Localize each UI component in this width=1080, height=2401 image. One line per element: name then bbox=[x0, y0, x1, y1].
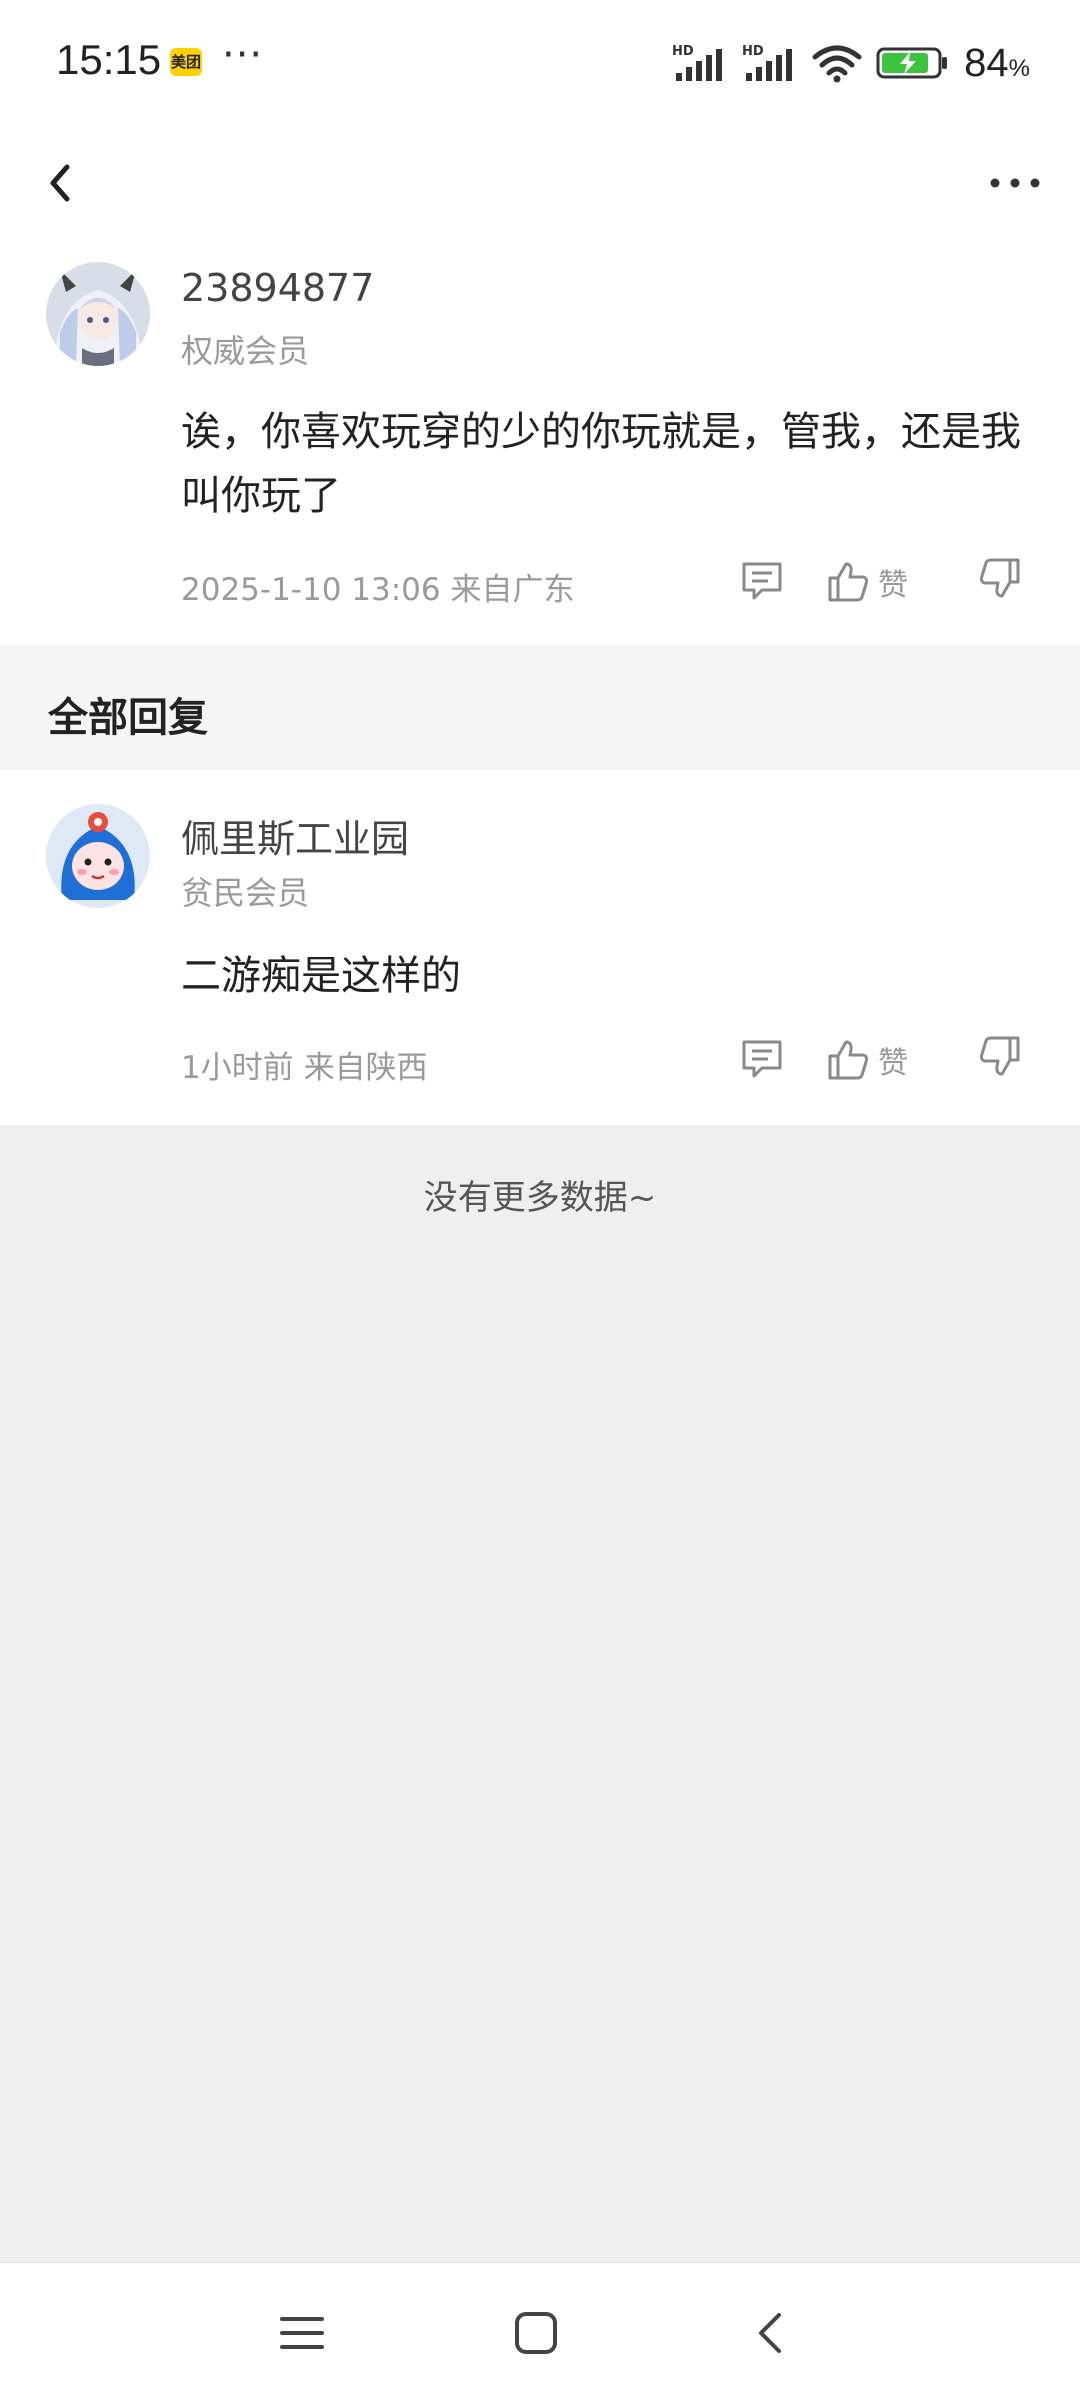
username[interactable]: 佩里斯工业园 bbox=[181, 808, 409, 863]
comment-actions: 赞 bbox=[740, 552, 1040, 612]
username[interactable]: 23894877 bbox=[181, 266, 374, 310]
reply-text: 二游痴是这样的 bbox=[181, 953, 461, 999]
system-back-button[interactable] bbox=[730, 2293, 810, 2373]
avatar[interactable] bbox=[46, 804, 150, 908]
comment-icon bbox=[742, 1040, 782, 1078]
battery-percent-value: 84 bbox=[964, 40, 1009, 85]
no-more-data-text: 没有更多数据~ bbox=[423, 1178, 657, 1218]
more-notifications-icon: ··· bbox=[222, 32, 264, 78]
reply-actions: 赞 bbox=[740, 1030, 1040, 1090]
comment-text: 诶，你喜欢玩穿的少的你玩就是，管我，还是我叫你玩了 bbox=[181, 409, 1021, 519]
dislike-button[interactable] bbox=[978, 556, 1030, 608]
meituan-notification-icon: 美团 bbox=[170, 48, 202, 76]
signal-icon: HD bbox=[742, 44, 793, 81]
signal-label: HD bbox=[672, 44, 694, 59]
status-time: 15:15 bbox=[56, 36, 162, 83]
comment-meta: 2025-1-10 13:06 来自广东 bbox=[181, 572, 575, 608]
cartoon-avatar bbox=[46, 804, 150, 908]
original-comment: 23894877 权威会员 诶，你喜欢玩穿的少的你玩就是，管我，还是我叫你玩了 … bbox=[0, 220, 1080, 645]
more-options-button[interactable] bbox=[970, 138, 1060, 228]
thumbs-up-icon bbox=[828, 562, 869, 602]
replies-section-header: 全部回复 bbox=[0, 645, 1080, 770]
signal-icon: HD bbox=[672, 44, 723, 81]
menu-icon bbox=[280, 2317, 324, 2349]
chevron-left-icon bbox=[759, 2313, 781, 2353]
wifi-icon bbox=[812, 45, 862, 83]
anime-character-avatar bbox=[46, 262, 150, 366]
thumbs-up-icon bbox=[828, 1040, 869, 1080]
like-label: 赞 bbox=[878, 1046, 908, 1081]
home-button[interactable] bbox=[496, 2293, 576, 2373]
member-level: 权威会员 bbox=[181, 332, 310, 370]
reply-button[interactable] bbox=[740, 558, 790, 608]
like-button[interactable]: 赞 bbox=[826, 1034, 926, 1086]
battery-percent-unit: % bbox=[1008, 54, 1030, 82]
section-title: 全部回复 bbox=[48, 695, 208, 741]
member-level: 贫民会员 bbox=[181, 874, 310, 912]
signal-label: HD bbox=[742, 44, 764, 59]
back-button[interactable] bbox=[30, 138, 90, 228]
status-indicators: HD HD 84% bbox=[672, 38, 1030, 88]
battery-icon bbox=[876, 47, 948, 79]
like-label: 赞 bbox=[878, 568, 908, 603]
reply-meta: 1小时前 来自陕西 bbox=[181, 1050, 428, 1086]
status-bar: 15:15 美团 ··· HD HD 84% bbox=[0, 0, 1080, 120]
battery-percent: 84% bbox=[964, 41, 1030, 86]
home-square-icon bbox=[515, 2312, 557, 2354]
system-navigation-bar bbox=[0, 2262, 1080, 2401]
comment-icon bbox=[742, 562, 782, 600]
like-button[interactable]: 赞 bbox=[826, 556, 926, 608]
thumbs-down-icon bbox=[979, 1036, 1020, 1076]
thumbs-down-icon bbox=[979, 558, 1020, 598]
more-horizontal-icon bbox=[990, 178, 1040, 188]
chevron-left-icon bbox=[50, 164, 70, 202]
reply-item: 佩里斯工业园 贫民会员 二游痴是这样的 1小时前 来自陕西 赞 bbox=[0, 770, 1080, 1125]
menu-button[interactable] bbox=[262, 2293, 342, 2373]
reply-button[interactable] bbox=[740, 1036, 790, 1086]
avatar[interactable] bbox=[46, 262, 150, 366]
dislike-button[interactable] bbox=[978, 1034, 1030, 1086]
